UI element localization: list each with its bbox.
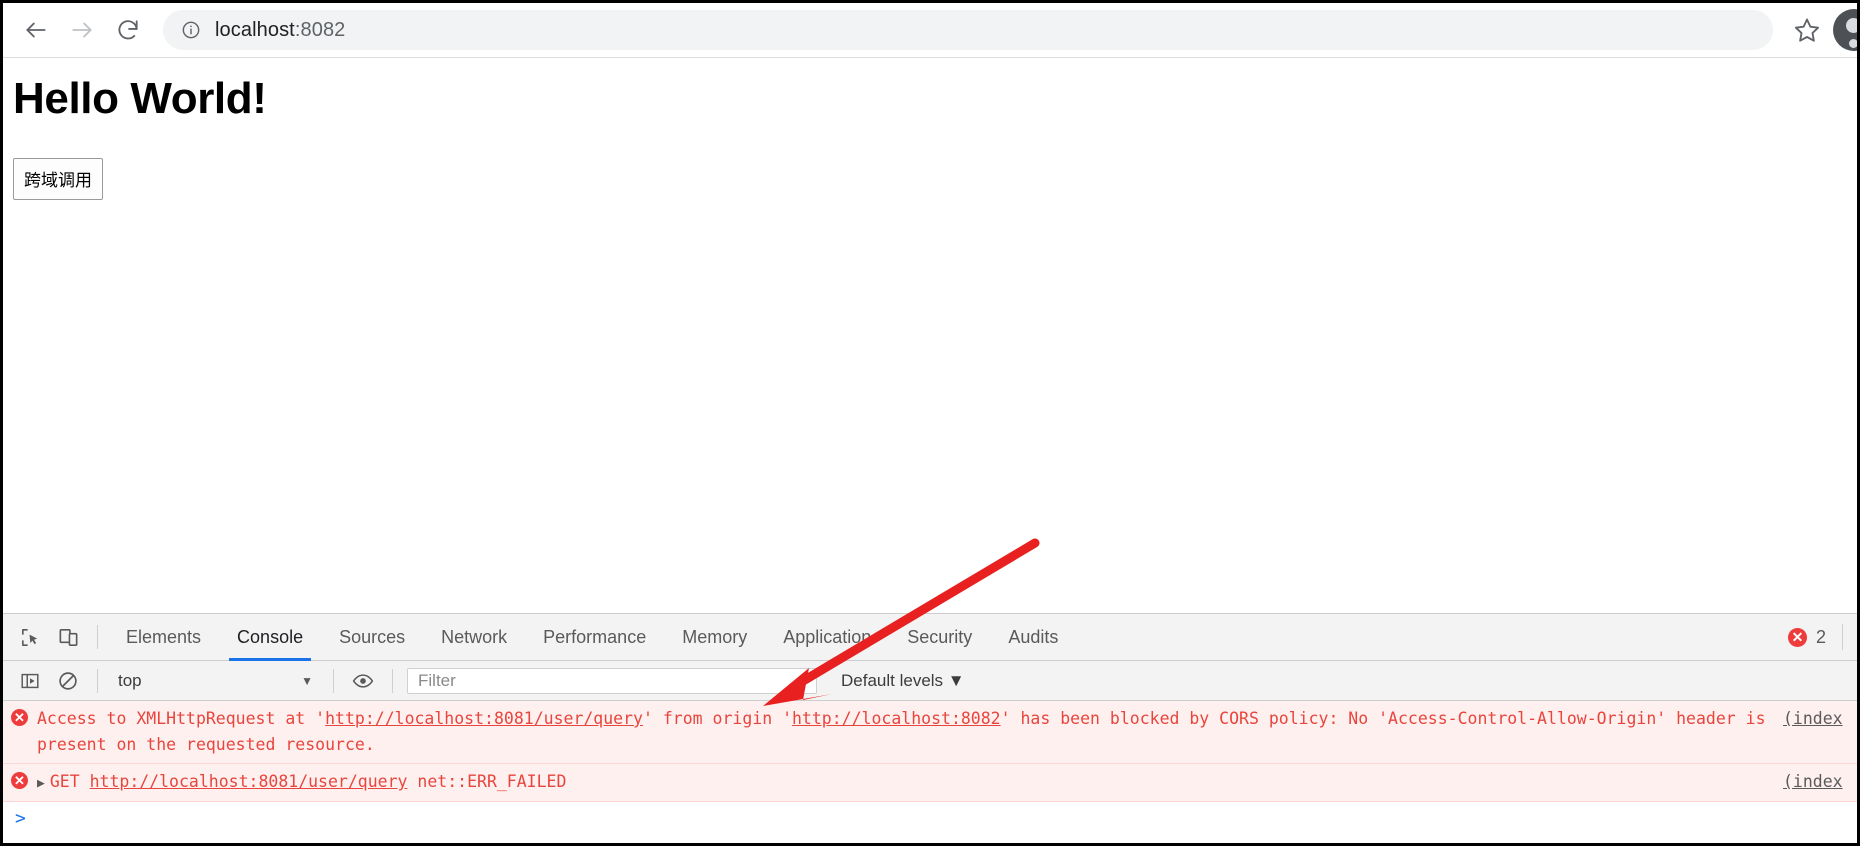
console-message-row[interactable]: ✕ ▶ GET http://localhost:8081/user/query … [3,764,1857,802]
msg-seg: net::ERR_FAILED [407,772,567,792]
error-icon: ✕ [11,709,28,726]
profile-avatar[interactable] [1833,9,1857,51]
reload-icon [118,20,138,40]
error-count-badge[interactable]: ✕ 2 [1787,626,1826,648]
tab-elements[interactable]: Elements [108,614,219,661]
console-message-text: Access to XMLHttpRequest at 'http://loca… [37,706,1769,757]
device-toolbar-button[interactable] [49,618,87,656]
msg-seg: GET [49,772,90,792]
console-filter-input[interactable] [407,667,817,694]
star-icon [1794,18,1820,42]
clear-console-icon [59,671,77,690]
error-count-value: 2 [1815,626,1826,647]
page-info-icon[interactable] [181,20,201,40]
error-icon: ✕ [11,772,28,790]
tab-network[interactable]: Network [423,614,525,661]
execution-context-select[interactable]: top ▼ [108,667,323,695]
request-url-link[interactable]: http://localhost:8081/user/query [325,709,643,728]
message-source-link[interactable]: (index [1783,706,1857,757]
console-message-row[interactable]: ✕ Access to XMLHttpRequest at 'http://lo… [3,701,1857,765]
chevron-down-icon: ▼ [301,673,313,688]
live-expression-button[interactable] [344,662,382,700]
console-message-text: ▶ GET http://localhost:8081/user/query ne… [37,769,1769,795]
execution-context-value: top [118,670,142,690]
browser-toolbar: localhost:8082 [3,3,1857,58]
msg-seg: ' [782,709,792,728]
devtools-toolbar-right: ✕ 2 [1787,624,1857,650]
error-circle-icon: ✕ [1787,627,1807,647]
toolbar-divider [97,625,98,649]
arrow-right-icon [72,22,92,38]
browser-window: localhost:8082 Hello World! 跨域调用 Element… [0,0,1860,846]
filterbar-divider-1 [97,668,98,693]
forward-button[interactable] [59,7,105,53]
log-levels-dropdown[interactable]: Default levels ▼ [841,671,965,691]
console-messages: ✕ Access to XMLHttpRequest at 'http://lo… [3,701,1857,843]
devtools-tabs: Elements Console Sources Network Perform… [108,614,1076,661]
msg-seg: Access to XMLHttpRequest at [37,709,316,728]
address-bar[interactable]: localhost:8082 [163,10,1773,50]
msg-seg: ' [315,709,326,728]
devtools-panel: Elements Console Sources Network Perform… [3,613,1857,843]
back-button[interactable] [13,7,59,53]
url-host: localhost [215,18,295,41]
bookmark-button[interactable] [1781,7,1833,53]
cross-domain-call-button[interactable]: 跨域调用 [13,158,103,201]
devtools-tabbar: Elements Console Sources Network Perform… [3,614,1857,661]
message-source-link[interactable]: (index [1783,769,1857,795]
tab-memory[interactable]: Memory [664,614,765,661]
page-title: Hello World! [13,74,267,123]
inspect-element-button[interactable] [11,618,49,656]
filterbar-divider-3 [392,668,393,693]
tab-performance[interactable]: Performance [525,614,664,661]
live-expression-eye-icon [352,673,374,688]
url-port: :8082 [294,18,346,41]
console-prompt[interactable]: > [3,802,1857,829]
filterbar-divider-2 [333,668,334,693]
tab-security[interactable]: Security [889,614,990,661]
tab-audits[interactable]: Audits [990,614,1076,661]
inspect-element-icon [21,628,37,646]
tab-sources[interactable]: Sources [321,614,423,661]
origin-url-link[interactable]: http://localhost:8082 [792,709,1001,728]
console-sidebar-button[interactable] [11,662,49,700]
url-text: localhost:8082 [215,19,345,42]
arrow-left-icon [26,22,46,38]
console-sidebar-icon [21,673,39,688]
tab-application[interactable]: Application [765,614,889,661]
tab-console[interactable]: Console [219,614,321,661]
console-filter-toolbar: top ▼ Default levels ▼ [3,661,1857,701]
request-url-link[interactable]: http://localhost:8081/user/query [90,772,408,791]
device-toolbar-icon [59,628,77,646]
toolbar-divider-right [1842,624,1843,650]
expand-arrow-icon[interactable]: ▶ [37,776,45,791]
page-content: Hello World! 跨域调用 [3,58,1857,613]
msg-seg: ' from origin [642,709,783,728]
clear-console-button[interactable] [49,662,87,700]
reload-button[interactable] [105,7,151,53]
